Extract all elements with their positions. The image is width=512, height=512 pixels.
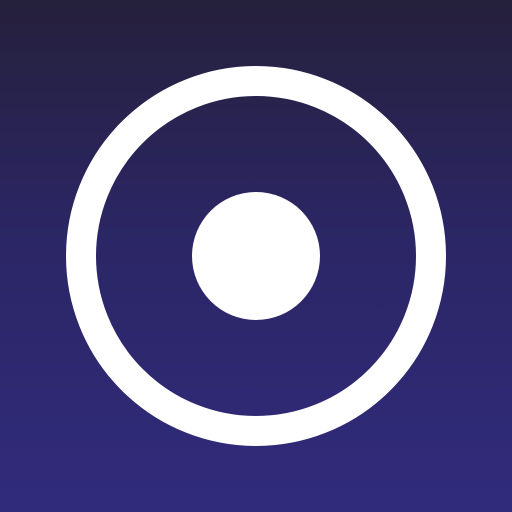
center-dot [192,192,320,320]
app-icon [0,0,512,512]
record-target-icon [66,66,446,446]
